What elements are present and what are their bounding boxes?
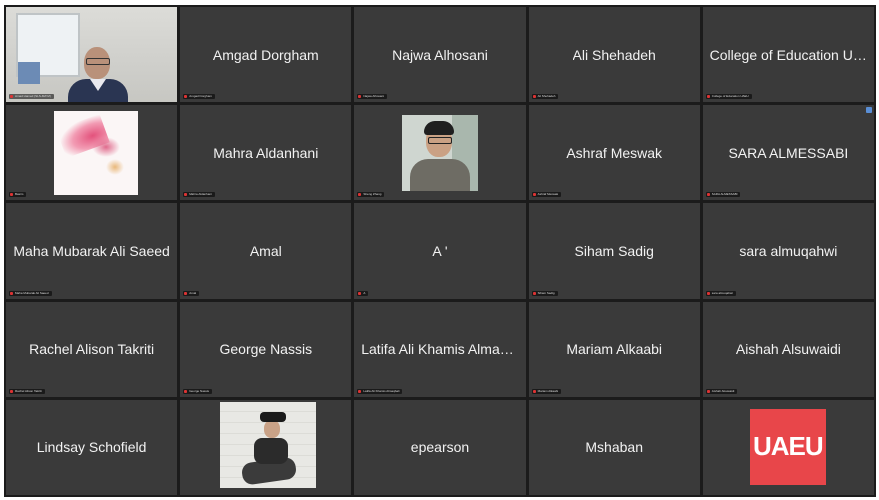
participant-label: Ashraf Meswak [531,192,562,198]
participant-label: Siham Sadig [531,290,558,296]
participant-tile[interactable]: Ashraf Meswak Ashraf Meswak [528,105,700,201]
participant-tile[interactable]: epearson [354,399,526,495]
participant-tile-self[interactable]: Amad Hamed (SLS-MAYZ) [6,7,178,103]
participant-name: Ashraf Meswak [566,144,663,161]
participant-name: Amgad Dorgham [212,46,319,63]
participant-tile[interactable]: Lindsay Schofield [6,399,178,495]
participant-name: George Nassis [219,341,313,358]
mic-muted-icon [706,389,710,393]
mic-muted-icon [184,291,188,295]
participant-tile[interactable]: A ' A [354,203,526,299]
participant-tile[interactable]: Amal Amal [180,203,352,299]
participant-label: Maha Mubarak Ali Saeed [9,290,52,296]
participant-tile[interactable]: Najwa Alhosani Najwa Alhosani [354,7,526,103]
participant-tile[interactable]: Aishah Alsuwaidi Aishah Alsuwaidi [702,301,874,397]
mic-muted-icon [10,95,13,99]
participant-video [402,115,479,192]
participant-tile[interactable]: UAEU [702,399,874,495]
participant-tile[interactable]: SARA ALMESSABI SARA ALMESSABI [702,105,874,201]
mic-muted-icon [532,95,536,99]
participant-label: Ali Shehadeh [531,94,559,100]
participant-name: Aishah Alsuwaidi [735,341,841,358]
mic-muted-icon [532,389,536,393]
participant-name: Maha Mubarak Ali Saeed [13,242,170,259]
mic-muted-icon [184,193,188,197]
participant-label: Aishah Alsuwaidi [705,388,738,394]
participant-label: A [357,290,369,296]
participant-label: Mariam Alkaabi [531,388,562,394]
mic-muted-icon [706,291,710,295]
participant-name: Rachel Alison Takriti [29,341,155,358]
profile-picture [54,111,138,196]
mic-muted-icon [10,193,13,197]
participant-tile[interactable]: Sheng Zhang [354,105,526,201]
participant-label: Latifa Ali Khamis Almaqbali [357,388,403,394]
participant-tile[interactable]: Basim [6,105,178,201]
mic-muted-icon [10,291,13,295]
gallery-view: Amad Hamed (SLS-MAYZ) Amgad Dorgham Amga… [4,5,876,497]
uaeu-logo: UAEU [749,408,826,485]
participant-tile[interactable]: Latifa Ali Khamis Almaqb... Latifa Ali K… [354,301,526,397]
participant-tile[interactable]: Amgad Dorgham Amgad Dorgham [180,7,352,103]
participant-label: George Nassis [183,388,213,394]
participant-label: Mahra Aldanhani [183,192,215,198]
participant-tile[interactable]: Mariam Alkaabi Mariam Alkaabi [528,301,700,397]
participant-label: College of Education UAEU [705,94,752,100]
participant-tile[interactable]: College of Education UA... College of Ed… [702,7,874,103]
mic-muted-icon [706,193,710,197]
participant-label: Najwa Alhosani [357,94,387,100]
mic-muted-icon [358,291,362,295]
mic-muted-icon [358,193,362,197]
participant-video [6,7,178,103]
participant-label: Amal [183,290,200,296]
participant-tile[interactable]: sara almuqahwi sara almuqahwi [702,203,874,299]
participant-tile[interactable]: Ali Shehadeh Ali Shehadeh [528,7,700,103]
mic-muted-icon [358,389,362,393]
participant-tile[interactable]: Siham Sadig Siham Sadig [528,203,700,299]
participant-name: Mshaban [585,439,643,456]
participant-label: sara almuqahwi [705,290,736,296]
participant-tile[interactable]: Rachel Alison Takriti Rachel Alison Takr… [6,301,178,397]
mic-muted-icon [184,95,188,99]
participant-name: Amal [249,242,282,259]
mic-muted-icon [532,291,536,295]
participant-name: epearson [410,439,470,456]
participant-tile[interactable] [180,399,352,495]
mic-muted-icon [184,389,188,393]
participant-label: Amgad Dorgham [183,94,215,100]
profile-picture [220,401,317,488]
participant-name: Mahra Aldanhani [213,144,319,161]
participant-name: Ali Shehadeh [572,46,656,63]
participant-grid: Amad Hamed (SLS-MAYZ) Amgad Dorgham Amga… [6,7,874,495]
mic-muted-icon [532,193,536,197]
participant-label: Amad Hamed (SLS-MAYZ) [9,94,54,100]
participant-name: Siham Sadig [574,242,654,259]
participant-name: Lindsay Schofield [36,439,147,456]
participant-name: A ' [432,242,448,259]
mic-muted-icon [358,95,362,99]
participant-tile[interactable]: Maha Mubarak Ali Saeed Maha Mubarak Ali … [6,203,178,299]
participant-label: Basim [9,192,27,198]
participant-tile[interactable]: Mshaban [528,399,700,495]
participant-label: Sheng Zhang [357,192,385,198]
participant-name: Latifa Ali Khamis Almaqb... [361,341,519,358]
participant-name: Najwa Alhosani [392,46,488,63]
raised-hand-icon [865,107,872,114]
participant-label: Rachel Alison Takriti [9,388,45,394]
participant-name: College of Education UA... [709,46,868,63]
participant-name: SARA ALMESSABI [728,144,849,161]
participant-name: sara almuqahwi [739,242,838,259]
participant-label: SARA ALMESSABI [705,192,741,198]
mic-muted-icon [10,389,13,393]
participant-name: Mariam Alkaabi [566,341,663,358]
participant-tile[interactable]: George Nassis George Nassis [180,301,352,397]
mic-muted-icon [706,95,710,99]
participant-tile[interactable]: Mahra Aldanhani Mahra Aldanhani [180,105,352,201]
